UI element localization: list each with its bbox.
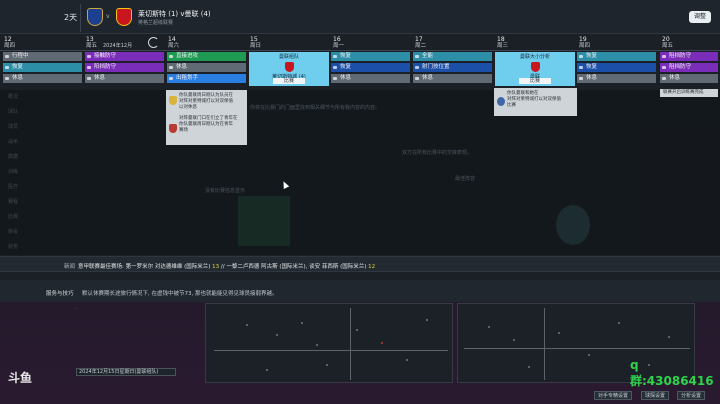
day-17[interactable]: 17 周二: [415, 37, 426, 51]
session-item[interactable]: 休息: [577, 74, 656, 83]
analysis-settings-button[interactable]: 分析设置: [677, 391, 706, 400]
session-item[interactable]: 直接进攻: [167, 52, 246, 61]
match-tooltip: 你队曼联和她在 对阵对莱特城打以对双保值 比赛: [494, 88, 577, 116]
manutd-crest-icon: [530, 62, 540, 72]
adjust-button[interactable]: 调整: [689, 11, 711, 23]
session-item[interactable]: 恢复: [331, 52, 410, 61]
scout-settings-button[interactable]: 球探设置: [641, 391, 670, 400]
session-item[interactable]: 出租划手: [167, 74, 246, 83]
session-item[interactable]: 恢复: [3, 63, 82, 72]
day-12[interactable]: 12 周四: [4, 37, 15, 51]
news-ticker: 新闻 意甲联赛最佳赛场: 第一罗米尔 对达德维维 (国际米兰) 13 // 一黎…: [0, 256, 720, 272]
schedule-col-12: 行程中 恢复 休息: [3, 52, 82, 85]
session-item[interactable]: 阻挡防守: [660, 63, 718, 72]
competition-label: 英格兰超级联赛: [138, 20, 174, 26]
day-15[interactable]: 15 周日: [250, 37, 261, 51]
session-item[interactable]: 全能: [413, 52, 492, 61]
calendar-divider: [0, 50, 720, 51]
axis-line: [544, 308, 545, 380]
sidebar-ghost: 概况 球队 球员 战术 数据 训练 医疗 赛程 比赛 转会 财务: [8, 94, 19, 250]
refresh-icon[interactable]: [148, 37, 159, 48]
day-20[interactable]: 20 周五: [662, 37, 673, 51]
schedule-col-16: 恢复 恢复 休息: [331, 52, 410, 85]
session-item[interactable]: 恢复: [577, 52, 656, 61]
session-item[interactable]: 休息: [85, 74, 164, 83]
day-14[interactable]: 14 周六: [168, 37, 179, 51]
schedule-col-17: 全能 射门技位置 休息: [413, 52, 492, 85]
trophy-icon: [169, 96, 177, 105]
session-item[interactable]: 阻挡防守: [660, 52, 718, 61]
tips-row: 服务与技巧 默认休赛期长途旅行情况下, 在虚钱中被节73, 那也就能能见得见球员…: [0, 280, 720, 302]
leicester-crest-icon: [87, 8, 103, 26]
day-13[interactable]: 13 周五: [86, 37, 97, 51]
radar-ghost: [556, 205, 590, 245]
axis-line: [464, 348, 690, 349]
opponent-settings-button[interactable]: 对手专精设置: [594, 391, 633, 400]
match-tag: 比赛: [273, 78, 305, 84]
match-title[interactable]: 莱切斯特 (1) v曼联 (4): [138, 9, 211, 19]
dimmed-content: [0, 90, 720, 255]
pitch-ghost: [238, 196, 290, 246]
schedule-col-20: 阻挡防守 阻挡防守 休息: [660, 52, 718, 85]
days-left-label: 2天: [64, 13, 78, 22]
scatter-panel-left: [205, 303, 453, 383]
day-19[interactable]: 19 周四: [579, 37, 590, 51]
faded-text: 最佳阵容: [455, 176, 476, 182]
match-card-18[interactable]: 曼联大小分析 曼联 比赛: [495, 52, 575, 86]
faded-text: 双方在所有比赛中的交锋表现。: [402, 150, 473, 156]
match-card-15[interactable]: 曼联组队 莱切斯特城 (4) 比赛: [249, 52, 329, 86]
session-item[interactable]: 恢复: [577, 63, 656, 72]
session-item[interactable]: 阳挡防守: [85, 63, 164, 72]
axis-line: [214, 350, 448, 351]
manutd-crest-icon: [284, 62, 294, 72]
watermark-text: q群:43086416: [630, 358, 714, 388]
session-item[interactable]: 休息: [660, 74, 718, 83]
session-item[interactable]: 休息: [167, 63, 246, 72]
faded-text: 你将在比赛门的门面里找到相关细节与所有我内容的内容。: [250, 105, 381, 111]
douyu-logo: 斗鱼: [8, 371, 33, 385]
news-text[interactable]: 意甲联赛最佳赛场: 第一罗米尔 对达德维维 (国际米兰) 13 // 一黎二卢西…: [78, 262, 375, 270]
schedule-col-19: 恢复 恢复 休息: [577, 52, 656, 85]
session-item[interactable]: 休息: [3, 74, 82, 83]
match-tag: 比赛: [519, 78, 551, 84]
news-label: 新闻: [64, 264, 76, 270]
session-item[interactable]: 休息: [331, 74, 410, 83]
faded-label: ·: [76, 307, 78, 312]
tips-label: 服务与技巧: [46, 291, 74, 297]
vs-label: v: [106, 13, 110, 20]
session-item[interactable]: 休息: [413, 74, 492, 83]
club-icon: [497, 97, 505, 106]
manutd-crest-icon: [116, 8, 132, 26]
day-tooltip: 联赛开启训练赛完成: [660, 89, 718, 97]
date-select[interactable]: 2024年12月15日星期日(曼联组队): [76, 368, 176, 376]
match-header: 2天 v 莱切斯特 (1) v曼联 (4) 英格兰超级联赛 调整: [0, 0, 720, 34]
schedule-col-13: 接触防守 阳挡防守 休息: [85, 52, 164, 85]
session-item[interactable]: 行程中: [3, 52, 82, 61]
crest-icon: [169, 124, 177, 133]
day-16[interactable]: 16 周一: [333, 37, 344, 51]
faded-text: 没有比赛信息显示: [205, 188, 246, 194]
tips-text: 默认休赛期长途旅行情况下, 在虚钱中被节73, 那也就能能见得见球员接弱界越。: [82, 291, 278, 297]
day-18[interactable]: 18 周三: [497, 37, 508, 51]
divider: [80, 4, 81, 32]
schedule-col-14: 直接进攻 休息 出租划手: [167, 52, 246, 85]
session-item[interactable]: 恢复: [331, 63, 410, 72]
session-item[interactable]: 射门技位置: [413, 63, 492, 72]
match-card-top: 曼联大小分析: [519, 54, 550, 60]
match-card-top: 曼联组队: [278, 54, 299, 60]
session-tooltip: 你队曼联周日刚认为队员在 对阵对莱特城打以对双保值 以对休息 对阵曼联门口在们立…: [166, 90, 247, 145]
axis-line: [350, 308, 351, 380]
session-item[interactable]: 接触防守: [85, 52, 164, 61]
